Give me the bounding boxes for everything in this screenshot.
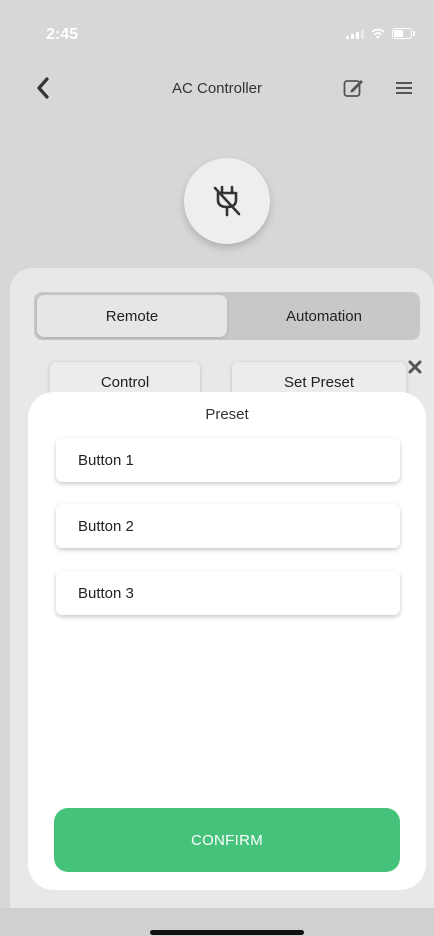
mode-segmented-control: Remote Automation [34,292,420,340]
control-button-label: Control [100,374,150,391]
sheet-title: Preset [205,406,249,423]
wifi-icon [371,28,385,39]
page-title: AC Controller [171,80,263,97]
tab-remote[interactable]: Remote [37,295,227,337]
menu-icon [396,82,412,94]
status-bar: 2:45 [0,0,434,60]
set-preset-button-label: Set Preset [283,374,355,391]
menu-button[interactable] [394,78,414,98]
home-indicator[interactable] [150,930,304,935]
signal-icon [346,29,364,39]
tab-automation[interactable]: Automation [230,295,418,337]
preset-item-button-1[interactable]: Button 1 [56,438,400,482]
nav-bar: AC Controller [0,66,434,110]
unplugged-icon [213,185,241,217]
close-button[interactable] [404,356,426,378]
status-icons [346,28,415,39]
device-power-button[interactable] [184,158,270,244]
battery-icon [392,28,415,39]
preset-item-button-3[interactable]: Button 3 [56,571,400,615]
edit-button[interactable] [342,76,366,100]
edit-icon [343,80,363,97]
preset-sheet: Preset Button 1 Button 2 Button 3 CONFIR… [28,392,426,890]
status-time: 2:45 [46,26,79,43]
close-icon [408,360,422,374]
confirm-button[interactable]: CONFIRM [54,808,400,872]
preset-item-button-2[interactable]: Button 2 [56,504,400,548]
